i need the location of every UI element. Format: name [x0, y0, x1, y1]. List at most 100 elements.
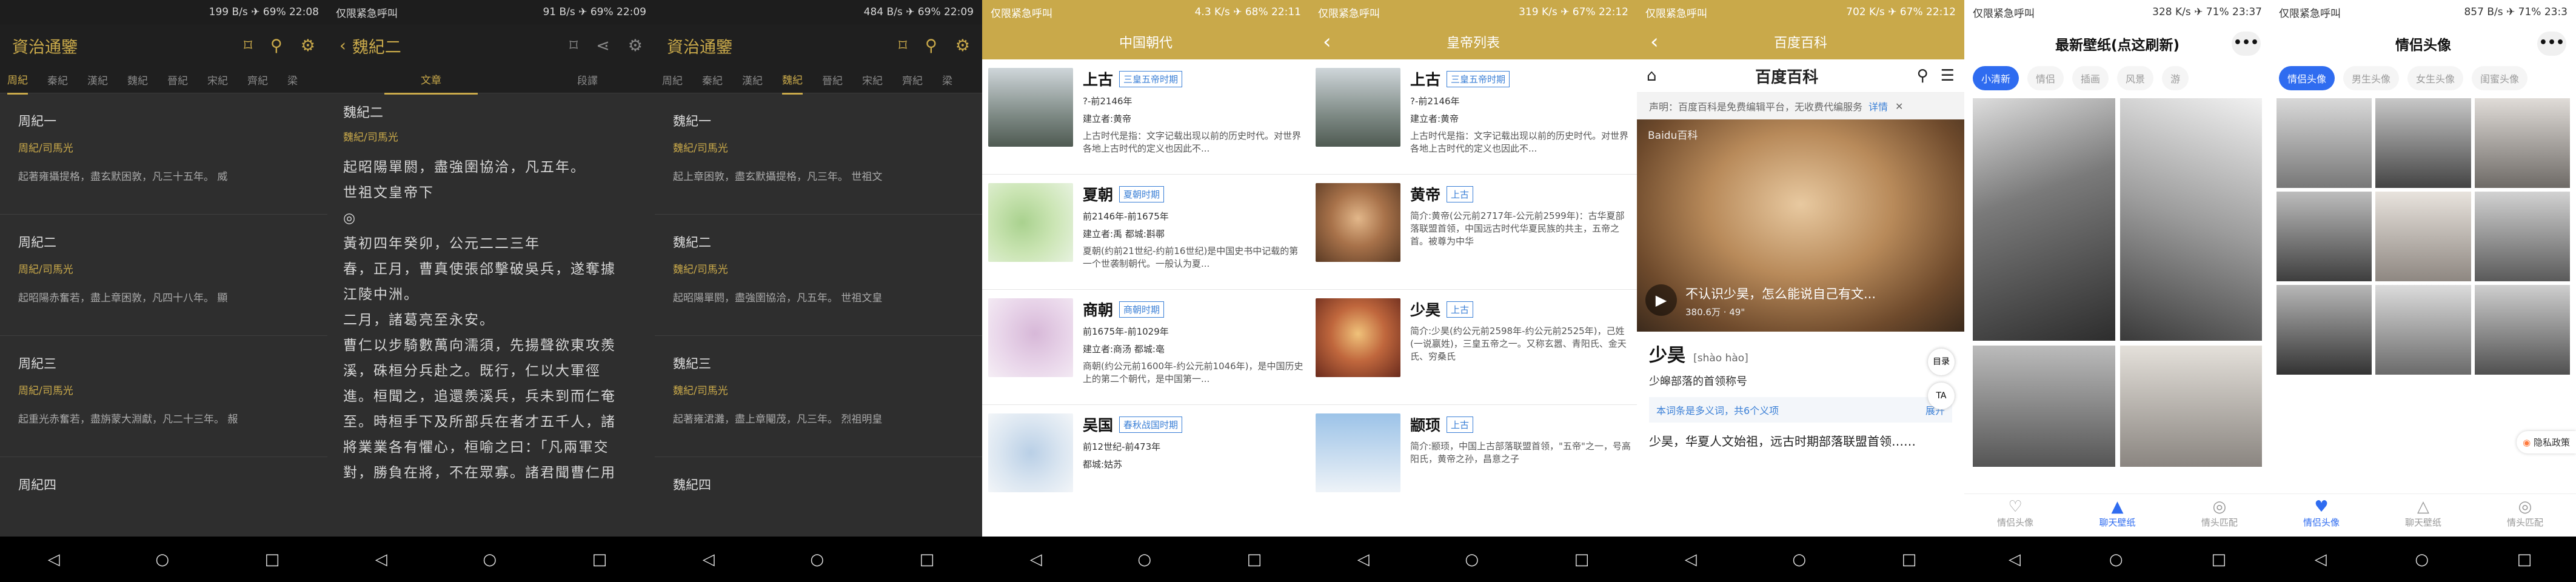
back-nav-icon[interactable]: ◁	[703, 550, 715, 569]
tab-match[interactable]: ◎ 情头匹配	[2169, 494, 2270, 537]
tab-song[interactable]: 宋紀	[207, 66, 228, 93]
tab-liang[interactable]: 梁	[942, 66, 952, 93]
close-icon[interactable]: ✕	[1895, 101, 1903, 112]
back-nav-icon[interactable]: ◁	[1357, 550, 1370, 569]
avatar-tile[interactable]	[2277, 285, 2372, 375]
menu-icon[interactable]: ☰	[1941, 67, 1955, 85]
tab-jin[interactable]: 晉紀	[167, 66, 188, 93]
home-icon[interactable]: ⌂	[1647, 67, 1657, 85]
tab-qi[interactable]: 齊紀	[902, 66, 923, 93]
privacy-policy-button[interactable]: ◉ 隐私政策	[2517, 431, 2576, 453]
list-item[interactable]: 周紀二 周紀/司馬光 起昭陽赤奮若，盡上章困敦，凡四十八年。 顯	[0, 215, 327, 336]
recents-nav-icon[interactable]: □	[920, 550, 935, 569]
tab-zhou[interactable]: 周紀	[7, 65, 28, 95]
back-chevron-icon[interactable]: ‹	[1650, 30, 1659, 54]
list-item[interactable]: 商朝 商朝时期 前1675年-前1029年 建立者:商汤 都城:亳 商朝(约公元前16…	[982, 290, 1310, 405]
tab-article[interactable]: 文章	[384, 65, 478, 95]
chip[interactable]: 男生头像	[2343, 66, 2400, 90]
list-item[interactable]: 上古 三皇五帝时期 ?-前2146年 建立者:黄帝 上古时代是指：文字记载出现以前的历…	[982, 59, 1310, 175]
list-item[interactable]: 黄帝 上古 简介:黄帝(公元前2717年-公元前2599年)：古华夏部落联盟首领，…	[1310, 175, 1637, 290]
back-nav-icon[interactable]: ◁	[48, 550, 60, 569]
list-item[interactable]: 少昊 上古 简介:少昊(约公元前2598年-约公元前2525年)，己姓(一说嬴姓)…	[1310, 290, 1637, 405]
play-icon[interactable]: ▶	[1645, 284, 1677, 316]
recents-nav-icon[interactable]: □	[1247, 550, 1262, 569]
tab-couple-avatar[interactable]: ♡ 情侣头像	[1964, 494, 2066, 537]
tab-jin[interactable]: 晉紀	[822, 66, 843, 93]
home-nav-icon[interactable]: ○	[483, 550, 497, 569]
recents-nav-icon[interactable]: □	[265, 550, 280, 569]
home-nav-icon[interactable]: ○	[1792, 550, 1806, 569]
settings-gear-icon[interactable]: ⚙	[301, 36, 315, 55]
list-item[interactable]: 周紀一 周紀/司馬光 起著雍攝提格，盡玄默困敦，凡三十五年。 威	[0, 93, 327, 215]
tab-qi[interactable]: 齊紀	[247, 66, 268, 93]
avatar-tile[interactable]	[2375, 192, 2471, 281]
list-item[interactable]: 夏朝 夏朝时期 前2146年-前1675年 建立者:禹 都城:斟鄩 夏朝(约前21世纪…	[982, 175, 1310, 290]
home-nav-icon[interactable]: ○	[155, 550, 169, 569]
details-link[interactable]: 详情	[1868, 99, 1888, 113]
tab-song[interactable]: 宋紀	[862, 66, 883, 93]
chip[interactable]: 风景	[2117, 66, 2154, 90]
avatar-tile[interactable]	[2474, 98, 2570, 188]
avatar-tile[interactable]	[2277, 192, 2372, 281]
tab-wei[interactable]: 魏紀	[782, 65, 803, 95]
list-item[interactable]: 魏紀一 魏紀/司馬光 起上章困敦，盡玄默攝提格，凡三年。 世祖文	[655, 93, 982, 215]
chip[interactable]: 游	[2162, 66, 2189, 90]
search-icon[interactable]: ⚲	[1917, 67, 1929, 85]
list-item[interactable]: 魏紀三 魏紀/司馬光 起著雍涒灘，盡上章閹茂，凡三年。 烈祖明皇	[655, 336, 982, 457]
chip[interactable]: 插画	[2072, 66, 2109, 90]
list-item[interactable]: 魏紀二 魏紀/司馬光 起昭陽單閼，盡強圉協洽，凡五年。 世祖文皇	[655, 215, 982, 336]
back-nav-icon[interactable]: ◁	[1685, 550, 1697, 569]
tab-qin[interactable]: 秦紀	[47, 66, 68, 93]
wallpaper-tile[interactable]	[1973, 346, 2115, 467]
ta-button[interactable]: TA	[1928, 383, 1955, 409]
page-title[interactable]: 最新壁纸(点这刷新)	[2055, 33, 2180, 54]
search-icon[interactable]: ⚲	[270, 36, 283, 55]
back-chevron-icon[interactable]: ‹	[1323, 30, 1331, 54]
recents-nav-icon[interactable]: □	[1902, 550, 1917, 569]
back-nav-icon[interactable]: ◁	[1030, 550, 1042, 569]
back-nav-icon[interactable]: ◁	[2315, 550, 2327, 569]
list-item[interactable]: 周紀三 周紀/司馬光 起重光赤奮若，盡旃蒙大淵獻，凡二十三年。 赧	[0, 336, 327, 457]
tab-han[interactable]: 漢紀	[87, 66, 108, 93]
avatar-tile[interactable]	[2375, 285, 2471, 375]
recents-nav-icon[interactable]: □	[592, 550, 607, 569]
avatar-tile[interactable]	[2474, 192, 2570, 281]
tab-liang[interactable]: 梁	[287, 66, 298, 93]
toc-button[interactable]: 目录	[1928, 349, 1955, 375]
bookmark-icon[interactable]: ⌑	[569, 36, 578, 55]
back-nav-icon[interactable]: ◁	[375, 550, 387, 569]
tab-qin[interactable]: 秦紀	[702, 66, 723, 93]
home-nav-icon[interactable]: ○	[1137, 550, 1151, 569]
wallpaper-tile[interactable]	[2119, 346, 2262, 467]
list-item[interactable]: 上古 三皇五帝时期 ?-前2146年 建立者:黄帝 上古时代是指：文字记载出现以前的历…	[1310, 59, 1637, 175]
recents-nav-icon[interactable]: □	[2211, 550, 2226, 569]
home-nav-icon[interactable]: ○	[2109, 550, 2123, 569]
chip[interactable]: 女生头像	[2407, 66, 2464, 90]
wallpaper-tile[interactable]	[2119, 98, 2262, 341]
recents-nav-icon[interactable]: □	[2517, 550, 2532, 569]
more-menu-icon[interactable]: •••	[2537, 32, 2566, 56]
chip[interactable]: 小清新	[1973, 66, 2019, 90]
home-nav-icon[interactable]: ○	[1465, 550, 1479, 569]
back-chevron-icon[interactable]: ‹	[340, 36, 346, 55]
tab-han[interactable]: 漢紀	[742, 66, 763, 93]
share-icon[interactable]: ⋖	[596, 36, 610, 55]
more-menu-icon[interactable]: •••	[2232, 32, 2261, 56]
tab-match[interactable]: ◎ 情头匹配	[2474, 494, 2576, 537]
bookmark-icon[interactable]: ⌑	[244, 36, 252, 55]
wallpaper-tile[interactable]	[1973, 98, 2115, 341]
tab-couple-avatar[interactable]: ♥ 情侣头像	[2270, 494, 2372, 537]
tab-chat-wallpaper[interactable]: ▲ 聊天壁纸	[2066, 494, 2168, 537]
avatar-tile[interactable]	[2375, 98, 2471, 188]
bookmark-icon[interactable]: ⌑	[898, 36, 907, 55]
search-icon[interactable]: ⚲	[925, 36, 937, 55]
list-item[interactable]: 吴国 春秋战国时期 前12世纪-前473年 都城:姑苏	[982, 405, 1310, 520]
chip[interactable]: 情侣	[2027, 66, 2064, 90]
tab-chat-wallpaper[interactable]: △ 聊天壁纸	[2372, 494, 2474, 537]
avatar-tile[interactable]	[2277, 98, 2372, 188]
tab-translation[interactable]: 段譯	[577, 66, 598, 93]
tab-zhou[interactable]: 周紀	[662, 66, 683, 93]
tab-wei[interactable]: 魏紀	[127, 66, 148, 93]
back-nav-icon[interactable]: ◁	[2009, 550, 2021, 569]
list-item[interactable]: 颛顼 上古 简介:颛顼，中国上古部落联盟首领，"五帝"之一，号高阳氏，黄帝之孙，昌…	[1310, 405, 1637, 520]
